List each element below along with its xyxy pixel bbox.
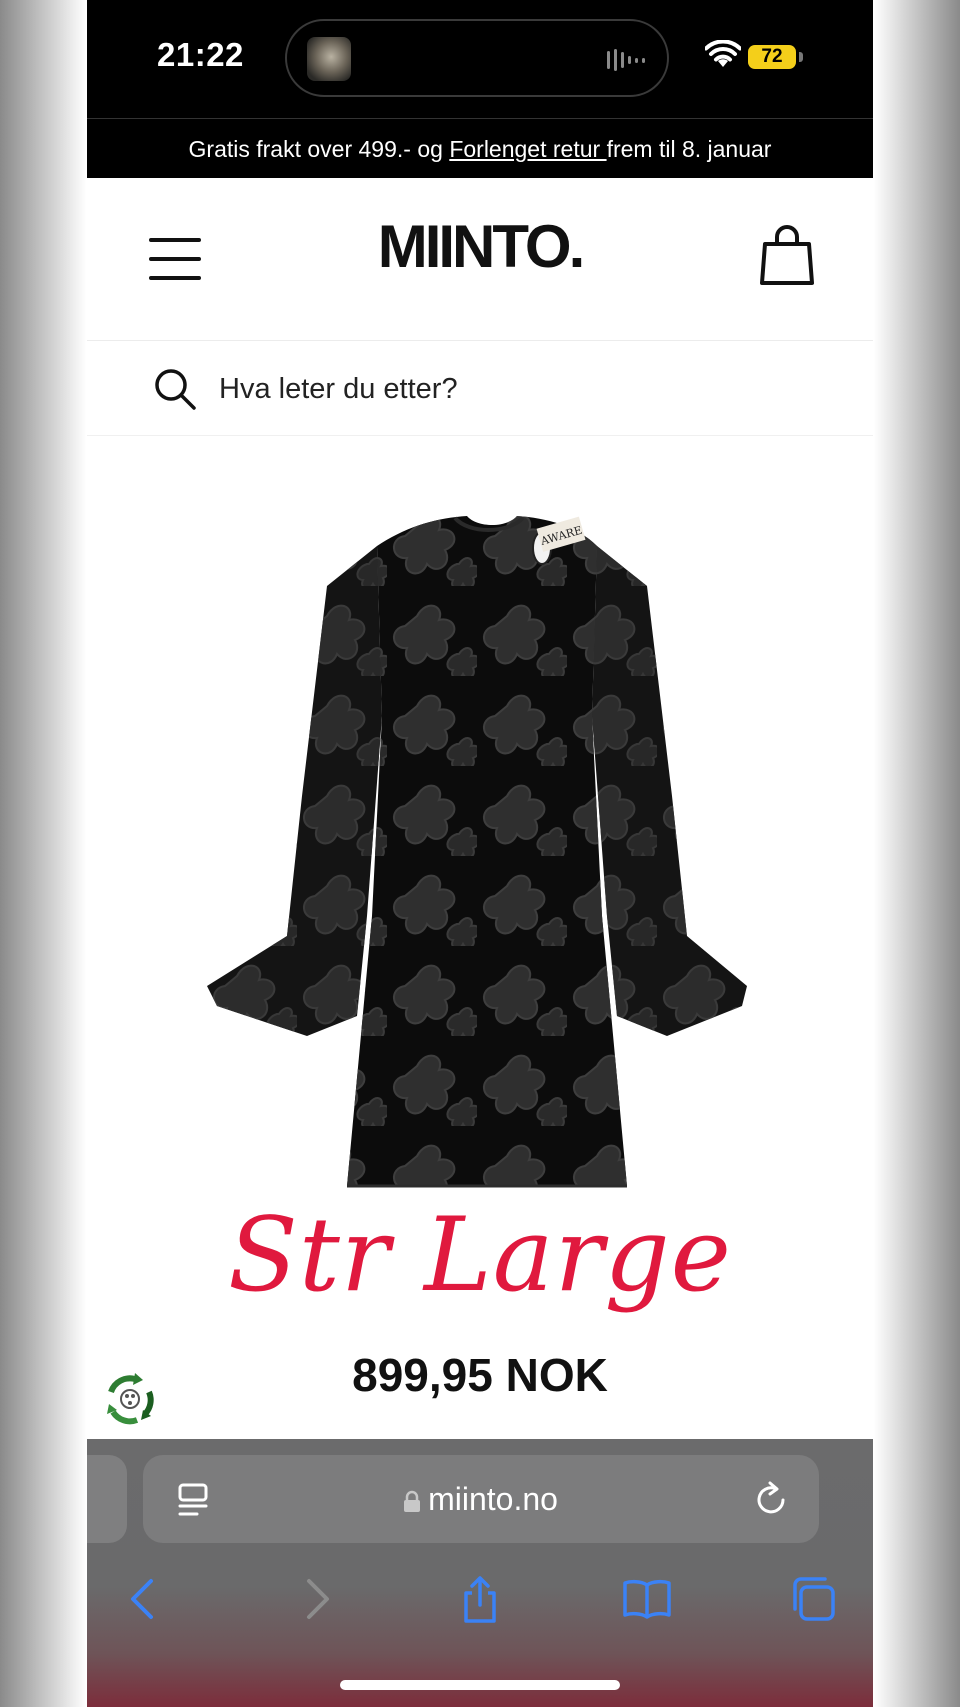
- size-label: Str Large: [227, 1196, 732, 1315]
- audio-waveform-icon: [607, 47, 645, 73]
- phone-screen: 21:22 72 Gratis frakt over 499.- og Forl…: [87, 0, 873, 1707]
- now-playing-artwork: [307, 37, 351, 81]
- promo-return-link[interactable]: Forlenget retur: [449, 136, 606, 162]
- battery-indicator: 72: [748, 45, 796, 69]
- search-icon[interactable]: [153, 367, 197, 411]
- lock-icon: [404, 1490, 421, 1512]
- browser-nav: [87, 1567, 873, 1627]
- product-price: 899,95 NOK: [352, 1349, 608, 1401]
- search-bar: [87, 341, 873, 436]
- safari-toolbar: miinto.no: [87, 1439, 873, 1707]
- share-icon[interactable]: [456, 1575, 504, 1623]
- reload-icon[interactable]: [755, 1481, 789, 1517]
- bookmarks-icon[interactable]: [623, 1575, 671, 1623]
- search-input[interactable]: [217, 365, 781, 413]
- status-bar: 21:22 72: [87, 0, 873, 118]
- dynamic-island[interactable]: [285, 19, 669, 97]
- battery-tip: [799, 52, 803, 62]
- url-text: miinto.no: [428, 1481, 558, 1517]
- wifi-icon: [705, 40, 741, 67]
- previous-tab-preview[interactable]: [87, 1455, 127, 1543]
- promo-text: Gratis frakt over 499.- og: [188, 136, 450, 162]
- clock: 21:22: [157, 36, 244, 73]
- miinto-logo[interactable]: MIINTO.: [87, 212, 873, 281]
- forward-icon[interactable]: [291, 1575, 339, 1623]
- url-display[interactable]: miinto.no: [143, 1481, 819, 1518]
- promo-banner: Gratis frakt over 499.- og Forlenget ret…: [87, 118, 873, 179]
- tabs-icon[interactable]: [789, 1575, 837, 1623]
- shopping-bag-icon[interactable]: [760, 224, 814, 286]
- product-card[interactable]: AWARE Str Large 899,95 NOK: [87, 436, 873, 1439]
- back-icon[interactable]: [121, 1575, 169, 1623]
- recycle-icon[interactable]: [101, 1370, 159, 1428]
- product-image[interactable]: AWARE: [207, 496, 767, 1196]
- site-header: MIINTO.: [87, 178, 873, 341]
- home-indicator[interactable]: [340, 1680, 620, 1690]
- address-bar[interactable]: miinto.no: [143, 1455, 819, 1543]
- promo-text-end: frem til 8. januar: [606, 136, 772, 162]
